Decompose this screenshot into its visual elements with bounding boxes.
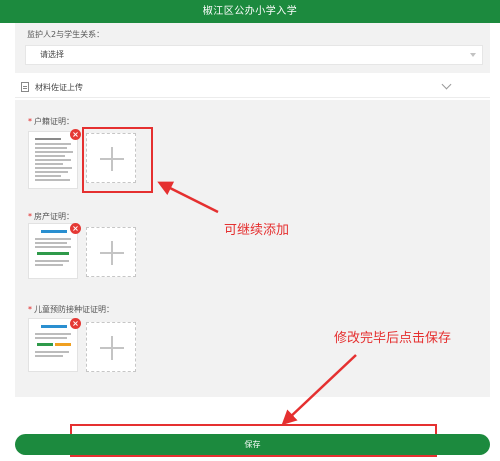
save-button[interactable]: 保存 [15, 434, 490, 455]
document-icon [21, 82, 29, 92]
vaccination-label: * 儿童预防接种证证明： [28, 305, 114, 314]
close-icon[interactable]: × [70, 129, 81, 140]
guardian-relation-select[interactable]: 请选择 [25, 45, 483, 65]
close-icon[interactable]: × [70, 223, 81, 234]
add-more-annotation: 可继续添加 [224, 223, 290, 238]
chevron-down-icon[interactable] [441, 79, 452, 90]
hukou-thumbnail[interactable] [28, 131, 78, 189]
add-highlight-box [82, 127, 153, 193]
page-header: 椒江区公办小学入学 [0, 0, 500, 23]
guardian-relation-panel: 监护人2与学生关系： 请选择 [15, 23, 490, 73]
materials-section-header[interactable]: 材料佐证上传 [15, 76, 490, 98]
vaccination-add-button[interactable] [86, 322, 136, 372]
select-arrow-icon [470, 53, 476, 57]
save-hint-annotation: 修改完毕后点击保存 [334, 331, 452, 346]
property-add-button[interactable] [86, 227, 136, 277]
property-label: * 房产证明： [28, 212, 74, 221]
materials-section-title: 材料佐证上传 [35, 83, 83, 92]
guardian-relation-label: 监护人2与学生关系： [27, 30, 105, 39]
close-icon[interactable]: × [70, 318, 81, 329]
hukou-label: * 户籍证明： [28, 117, 74, 126]
page-title: 椒江区公办小学入学 [202, 6, 298, 17]
